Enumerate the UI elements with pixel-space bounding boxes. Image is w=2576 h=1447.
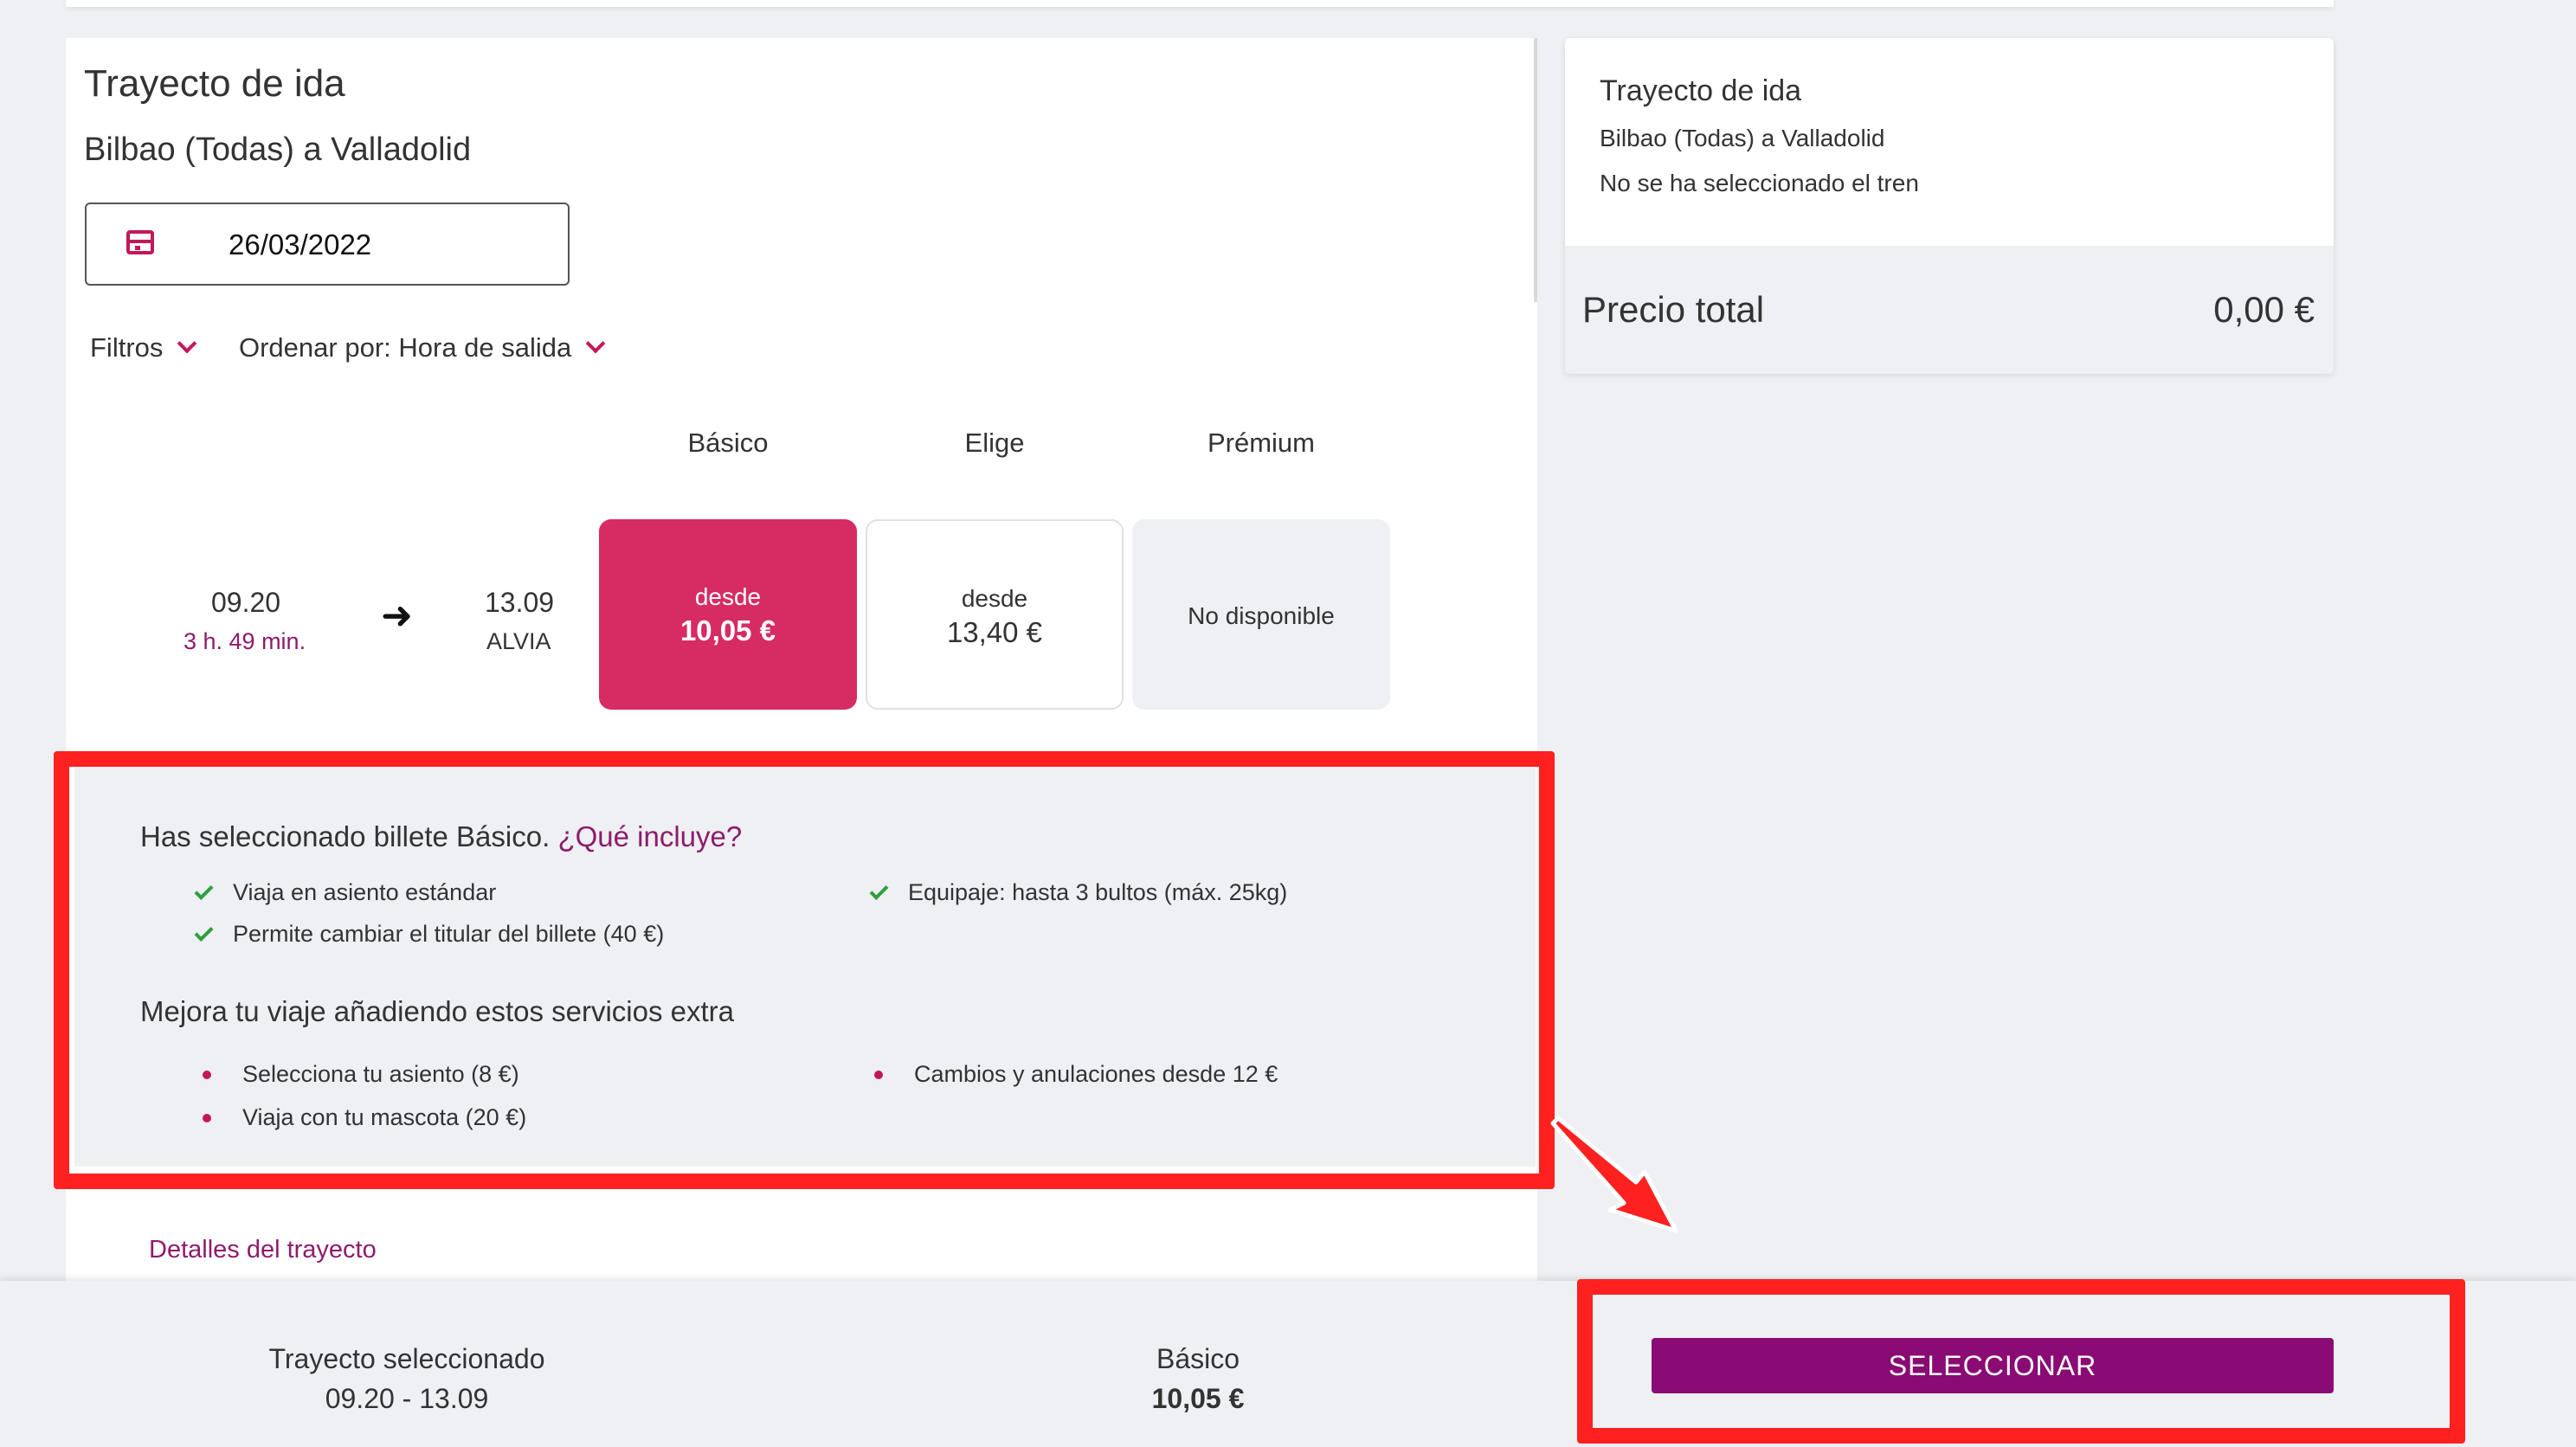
selected-fare-label: Básico (1156, 1343, 1240, 1374)
sort-label: Ordenar por: Hora de salida (239, 332, 572, 363)
departure-time: 09.20 (211, 587, 281, 618)
outbound-route: Bilbao (Todas) a Valladolid (84, 132, 472, 168)
selected-trip-label: Trayecto seleccionado (268, 1343, 545, 1374)
total-price-row: Precio total 0,00 € (1565, 246, 2334, 374)
fare-price: 13,40 € (946, 616, 1043, 648)
highlight-box-fare-info (54, 751, 1555, 1189)
chevron-down-icon (177, 333, 197, 354)
filters-dropdown[interactable]: Filtros (90, 332, 197, 363)
fare-column-premium: Prémium (1207, 428, 1315, 458)
filters-label: Filtros (90, 332, 164, 363)
sort-dropdown[interactable]: Ordenar por: Hora de salida (239, 332, 606, 363)
summary-card: Trayecto de ida Bilbao (Todas) a Vallado… (1565, 38, 2334, 374)
train-type: ALVIA (486, 628, 551, 654)
fare-column-basico: Básico (687, 428, 769, 458)
highlight-box-select-button (1577, 1279, 2465, 1444)
date-picker[interactable]: 26/03/2022 (85, 203, 570, 286)
fare-from-label: desde (961, 585, 1028, 612)
top-strip (66, 0, 2334, 7)
fare-basico-button[interactable]: desde 10,05 € (599, 519, 857, 710)
total-price-value: 0,00 € (2213, 289, 2315, 330)
arrival-time: 13.09 (485, 587, 555, 618)
annotation-arrow-icon (1550, 1116, 1678, 1233)
fare-elige-button[interactable]: desde 13,40 € (866, 519, 1124, 710)
fare-column-elige: Elige (964, 428, 1025, 458)
summary-status: No se ha seleccionado el tren (1600, 170, 1919, 196)
selected-fare-price: 10,05 € (1151, 1383, 1245, 1414)
fare-premium-unavailable: No disponible (1132, 519, 1390, 710)
summary-route: Bilbao (Todas) a Valladolid (1600, 125, 1885, 151)
calendar-icon (126, 230, 154, 254)
trip-duration: 3 h. 49 min. (184, 628, 306, 654)
arrow-right-icon: ➜ (381, 595, 413, 637)
total-price-label: Precio total (1582, 289, 1765, 330)
selected-trip-value: 09.20 - 13.09 (325, 1383, 489, 1414)
fare-from-label: desde (694, 583, 762, 610)
date-value: 26/03/2022 (229, 228, 372, 260)
trip-details-link[interactable]: Detalles del trayecto (149, 1236, 377, 1264)
chevron-down-icon (585, 333, 606, 354)
outbound-title: Trayecto de ida (84, 62, 345, 105)
summary-title: Trayecto de ida (1600, 74, 1802, 107)
fare-price: 10,05 € (679, 614, 776, 646)
fare-unavailable-label: No disponible (1188, 602, 1335, 629)
